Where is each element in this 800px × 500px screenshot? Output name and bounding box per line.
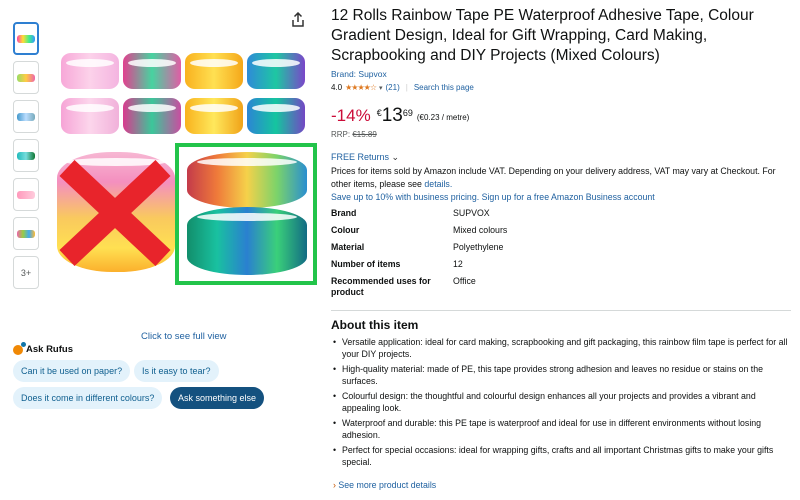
free-returns-label: FREE Returns: [331, 152, 390, 162]
spec-value: 12: [453, 259, 463, 269]
search-page-link[interactable]: Search this page: [414, 83, 474, 92]
spec-value: Office: [453, 276, 476, 286]
tape-roll-blue: [247, 53, 305, 89]
tape-roll-pink-2: [61, 98, 119, 134]
rrp-label: RRP:: [331, 130, 351, 139]
chevron-right-icon: ›: [333, 480, 336, 490]
rainbow-roll-bottom: [187, 207, 307, 275]
spec-row: Colour Mixed colours: [331, 225, 591, 236]
rating-row: 4.0 ★★★★☆ ▾ (21) | Search this page: [331, 83, 474, 92]
price-fraction: 69: [402, 108, 413, 118]
highlight-box: [175, 143, 317, 285]
thumbnail-4[interactable]: [13, 139, 39, 172]
rufus-header: Ask Rufus: [13, 341, 73, 355]
tape-roll-magenta-2: [123, 98, 181, 134]
share-icon[interactable]: [290, 12, 306, 28]
tape-roll-magenta: [123, 53, 181, 89]
tape-roll-gold-2: [185, 98, 243, 134]
divider: [331, 310, 791, 311]
cross-icon: [59, 160, 171, 266]
vat-text: Prices for items sold by Amazon include …: [331, 166, 776, 189]
see-more-label: See more product details: [338, 480, 437, 490]
spec-table: Brand SUPVOX Colour Mixed colours Materi…: [331, 208, 591, 304]
rrp-value: €15.89: [352, 130, 377, 139]
details-link[interactable]: details.: [424, 179, 452, 189]
rufus-question-1[interactable]: Can it be used on paper?: [13, 360, 131, 382]
unit-price: (€0.23 / metre): [416, 113, 470, 122]
thumbnail-3[interactable]: [13, 100, 39, 133]
discount-badge: -14%: [331, 106, 371, 125]
business-pricing-link[interactable]: Save up to 10% with business pricing. Si…: [331, 192, 655, 202]
main-product-image[interactable]: [55, 40, 320, 290]
separator: |: [405, 83, 408, 92]
rating-value: 4.0: [331, 83, 343, 92]
spec-value: SUPVOX: [453, 208, 490, 218]
tape-roll-gold: [185, 53, 243, 89]
spec-key: Colour: [331, 225, 360, 235]
spec-row: Brand SUPVOX: [331, 208, 591, 219]
rufus-question-3[interactable]: Does it come in different colours?: [13, 387, 163, 409]
tape-roll-pink: [61, 53, 119, 89]
review-count-link[interactable]: (21): [386, 83, 400, 92]
spec-value: Mixed colours: [453, 225, 508, 235]
ask-something-else-button[interactable]: Ask something else: [170, 387, 265, 409]
spec-value: Polyethylene: [453, 242, 504, 252]
product-title: 12 Rolls Rainbow Tape PE Waterproof Adhe…: [331, 7, 754, 64]
about-bullets: Versatile application: ideal for card ma…: [333, 336, 791, 471]
rrp-row: RRP: €15.89: [331, 130, 377, 139]
tape-roll-blue-2: [247, 98, 305, 134]
spec-row: Recommended uses for product Office: [331, 276, 591, 298]
click-to-view-link[interactable]: Click to see full view: [141, 331, 227, 342]
rufus-question-2[interactable]: Is it easy to tear?: [134, 360, 219, 382]
list-item: Colourful design: the thoughtful and col…: [333, 390, 791, 414]
chevron-down-icon[interactable]: ▾: [379, 84, 383, 92]
spec-row: Number of items 12: [331, 259, 591, 270]
brand-link[interactable]: Brand: Supvox: [331, 69, 387, 79]
thumbnail-strip: 3+: [13, 22, 39, 295]
see-more-link[interactable]: › See more product details: [333, 480, 436, 490]
spec-key: Recommended uses for product: [331, 276, 431, 297]
list-item: Versatile application: ideal for card ma…: [333, 336, 791, 360]
free-returns-link[interactable]: FREE Returns ⌄: [331, 152, 399, 163]
rufus-icon: [13, 341, 26, 355]
thumbnail-6[interactable]: [13, 217, 39, 250]
more-thumbnails-label: 3+: [20, 267, 32, 278]
price-row: -14% € 13 69 (€0.23 / metre): [331, 105, 469, 127]
about-heading: About this item: [331, 318, 419, 332]
thumbnail-5[interactable]: [13, 178, 39, 211]
vat-notice: Prices for items sold by Amazon include …: [331, 165, 786, 191]
chevron-down-icon: ⌄: [391, 152, 400, 162]
spec-key: Material: [331, 242, 365, 252]
thumbnail-1[interactable]: [13, 22, 39, 55]
thumbnail-2[interactable]: [13, 61, 39, 94]
spec-row: Material Polyethylene: [331, 242, 591, 253]
rainbow-roll-top: [187, 152, 307, 208]
spec-key: Brand: [331, 208, 357, 218]
list-item: Waterproof and durable: this PE tape is …: [333, 417, 791, 441]
star-rating-icon[interactable]: ★★★★☆: [345, 83, 377, 92]
list-item: Perfect for special occasions: ideal for…: [333, 444, 791, 468]
rufus-label: Ask Rufus: [26, 344, 73, 355]
price-whole: 13: [381, 105, 403, 126]
more-thumbnails[interactable]: 3+: [13, 256, 39, 289]
list-item: High-quality material: made of PE, this …: [333, 363, 791, 387]
spec-key: Number of items: [331, 259, 401, 269]
